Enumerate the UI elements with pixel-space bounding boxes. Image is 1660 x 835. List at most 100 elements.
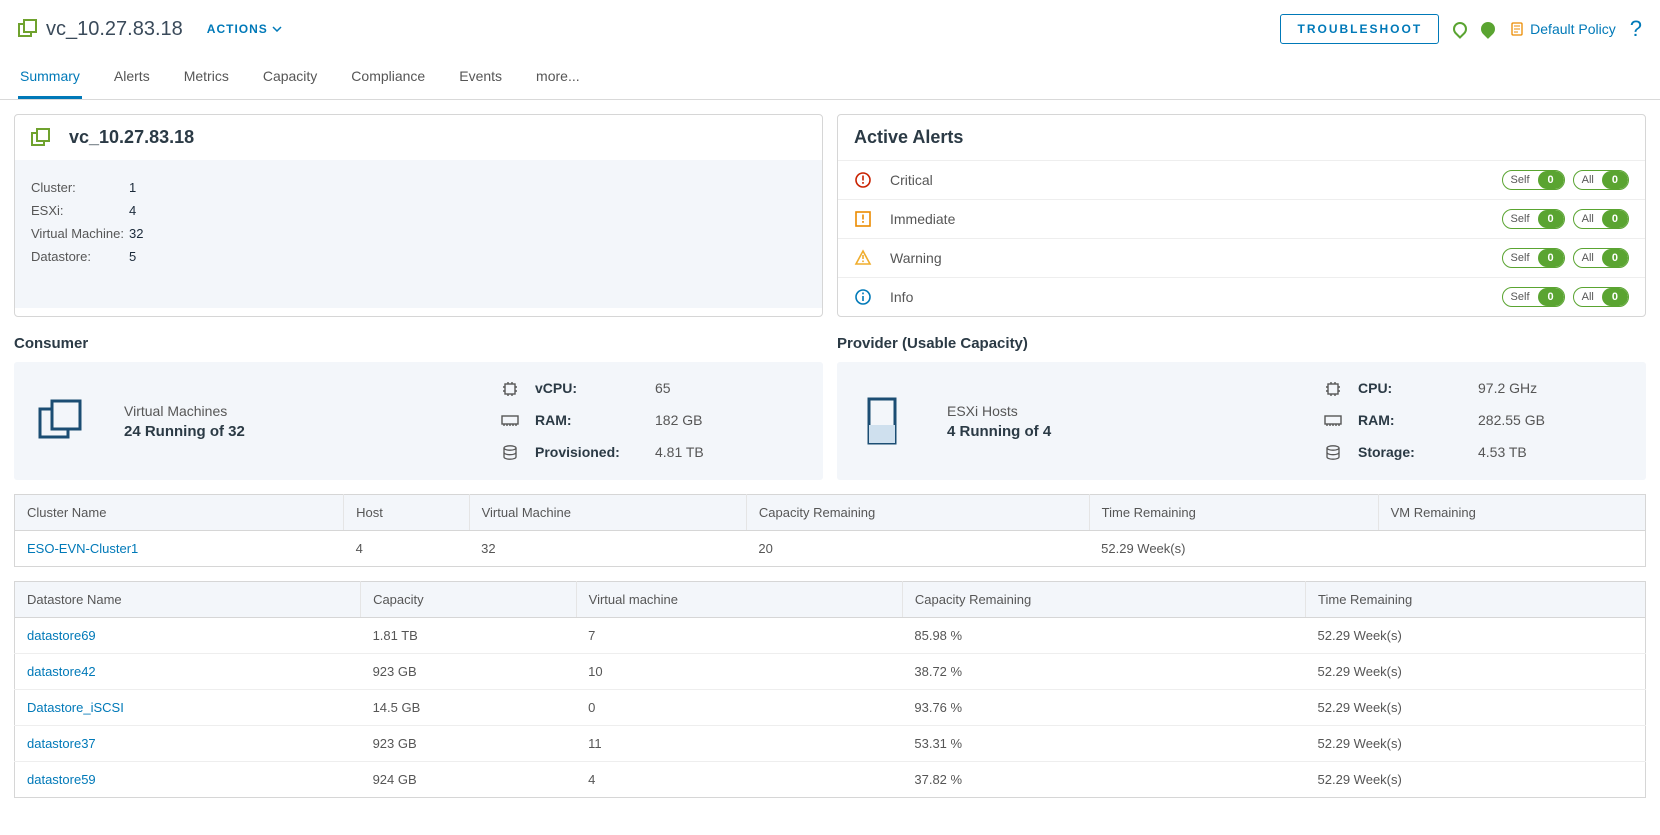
column-header[interactable]: Datastore Name: [15, 582, 361, 618]
vcenter-icon: [31, 128, 51, 148]
tab-more[interactable]: more...: [534, 58, 582, 99]
datastore-table: Datastore NameCapacityVirtual machineCap…: [14, 581, 1646, 798]
datastore-link[interactable]: datastore69: [27, 628, 96, 643]
cpu-icon: [1324, 380, 1342, 398]
tab-summary[interactable]: Summary: [18, 58, 82, 99]
datastore-link[interactable]: datastore37: [27, 736, 96, 751]
alert-self-pill[interactable]: Self0: [1502, 209, 1565, 229]
actions-dropdown[interactable]: ACTIONS: [207, 22, 282, 36]
alert-label: Info: [890, 289, 1484, 305]
table-row: datastore42923 GB1038.72 %52.29 Week(s): [15, 654, 1646, 690]
tab-compliance[interactable]: Compliance: [349, 58, 427, 99]
stat-label: ESXi:: [31, 203, 129, 218]
alert-self-pill[interactable]: Self0: [1502, 248, 1565, 268]
tab-events[interactable]: Events: [457, 58, 504, 99]
tab-capacity[interactable]: Capacity: [261, 58, 319, 99]
status-indicator-1[interactable]: [1450, 19, 1470, 39]
alert-severity-icon: [854, 288, 872, 306]
cluster-link[interactable]: ESO-EVN-Cluster1: [27, 541, 138, 556]
cpu-icon: [501, 380, 519, 398]
host-label: ESXi Hosts: [947, 403, 1051, 419]
consumer-panel: Virtual Machines 24 Running of 32 vCPU: 6…: [14, 362, 823, 480]
metric-label: vCPU:: [535, 380, 645, 398]
active-alerts-card: Active Alerts CriticalSelf0All0Immediate…: [837, 114, 1646, 317]
tab-alerts[interactable]: Alerts: [112, 58, 152, 99]
storage-icon: [501, 444, 519, 462]
vcenter-icon: [18, 19, 38, 39]
alert-all-pill[interactable]: All0: [1573, 170, 1629, 190]
alert-row: Immediate Self0 All0: [838, 200, 1645, 239]
stat-value: 4: [129, 203, 136, 218]
troubleshoot-button[interactable]: TROUBLESHOOT: [1280, 14, 1439, 44]
stat-label: Datastore:: [31, 249, 129, 264]
consumer-title: Consumer: [14, 335, 823, 352]
metric-value: 282.55 GB: [1478, 412, 1588, 430]
alert-self-pill[interactable]: Self0: [1502, 170, 1565, 190]
host-icon: [855, 393, 911, 449]
alert-label: Immediate: [890, 211, 1484, 227]
cluster-table: Cluster NameHostVirtual MachineCapacity …: [14, 494, 1646, 567]
alerts-title: Active Alerts: [838, 115, 1645, 160]
stat-label: Virtual Machine:: [31, 226, 129, 241]
ram-icon: [501, 412, 519, 430]
column-header[interactable]: Capacity Remaining: [746, 495, 1089, 531]
alert-severity-icon: [854, 171, 872, 189]
alert-all-pill[interactable]: All0: [1573, 209, 1629, 229]
datastore-link[interactable]: Datastore_iSCSI: [27, 700, 124, 715]
stat-value: 1: [129, 180, 136, 195]
stat-value: 32: [129, 226, 143, 241]
column-header[interactable]: Host: [344, 495, 469, 531]
column-header[interactable]: Time Remaining: [1089, 495, 1378, 531]
metric-label: Storage:: [1358, 444, 1468, 462]
alert-severity-icon: [854, 249, 872, 267]
summary-card: vc_10.27.83.18 Cluster:1ESXi:4Virtual Ma…: [14, 114, 823, 317]
datastore-link[interactable]: datastore59: [27, 772, 96, 787]
metric-label: RAM:: [1358, 412, 1468, 430]
alert-label: Warning: [890, 250, 1484, 266]
summary-card-title: vc_10.27.83.18: [69, 127, 194, 148]
default-policy-link[interactable]: Default Policy: [1509, 21, 1616, 37]
stat-value: 5: [129, 249, 136, 264]
metric-value: 4.53 TB: [1478, 444, 1588, 462]
help-icon[interactable]: ?: [1630, 16, 1642, 42]
table-row: datastore59924 GB437.82 %52.29 Week(s): [15, 762, 1646, 798]
table-row: datastore37923 GB1153.31 %52.29 Week(s): [15, 726, 1646, 762]
alert-all-pill[interactable]: All0: [1573, 248, 1629, 268]
alert-label: Critical: [890, 172, 1484, 188]
column-header[interactable]: VM Remaining: [1378, 495, 1645, 531]
tab-bar: Summary Alerts Metrics Capacity Complian…: [0, 58, 1660, 100]
table-row: datastore691.81 TB785.98 %52.29 Week(s): [15, 618, 1646, 654]
storage-icon: [1324, 444, 1342, 462]
table-row: ESO-EVN-Cluster14322052.29 Week(s): [15, 531, 1646, 567]
table-row: Datastore_iSCSI14.5 GB093.76 %52.29 Week…: [15, 690, 1646, 726]
alert-self-pill[interactable]: Self0: [1502, 287, 1565, 307]
provider-title: Provider (Usable Capacity): [837, 335, 1646, 352]
metric-value: 97.2 GHz: [1478, 380, 1588, 398]
column-header[interactable]: Time Remaining: [1306, 582, 1646, 618]
vm-label: Virtual Machines: [124, 403, 245, 419]
column-header[interactable]: Capacity: [361, 582, 577, 618]
provider-panel: ESXi Hosts 4 Running of 4 CPU:97.2 GHzRA…: [837, 362, 1646, 480]
column-header[interactable]: Capacity Remaining: [902, 582, 1305, 618]
policy-icon: [1509, 21, 1525, 37]
column-header[interactable]: Virtual machine: [576, 582, 902, 618]
datastore-link[interactable]: datastore42: [27, 664, 96, 679]
page-title: vc_10.27.83.18: [46, 18, 183, 41]
metric-value: 4.81 TB: [655, 444, 765, 462]
vm-status: 24 Running of 32: [124, 423, 245, 440]
metric-label: RAM:: [535, 412, 645, 430]
chevron-down-icon: [272, 26, 282, 32]
metric-label: Provisioned:: [535, 444, 645, 462]
alert-all-pill[interactable]: All0: [1573, 287, 1629, 307]
alert-row: Info Self0 All0: [838, 278, 1645, 316]
alert-row: Warning Self0 All0: [838, 239, 1645, 278]
column-header[interactable]: Cluster Name: [15, 495, 344, 531]
metric-value: 182 GB: [655, 412, 765, 430]
tab-metrics[interactable]: Metrics: [182, 58, 231, 99]
column-header[interactable]: Virtual Machine: [469, 495, 746, 531]
stat-label: Cluster:: [31, 180, 129, 195]
metric-label: CPU:: [1358, 380, 1468, 398]
alert-row: Critical Self0 All0: [838, 161, 1645, 200]
status-indicator-2[interactable]: [1478, 19, 1498, 39]
metric-value: 65: [655, 380, 765, 398]
